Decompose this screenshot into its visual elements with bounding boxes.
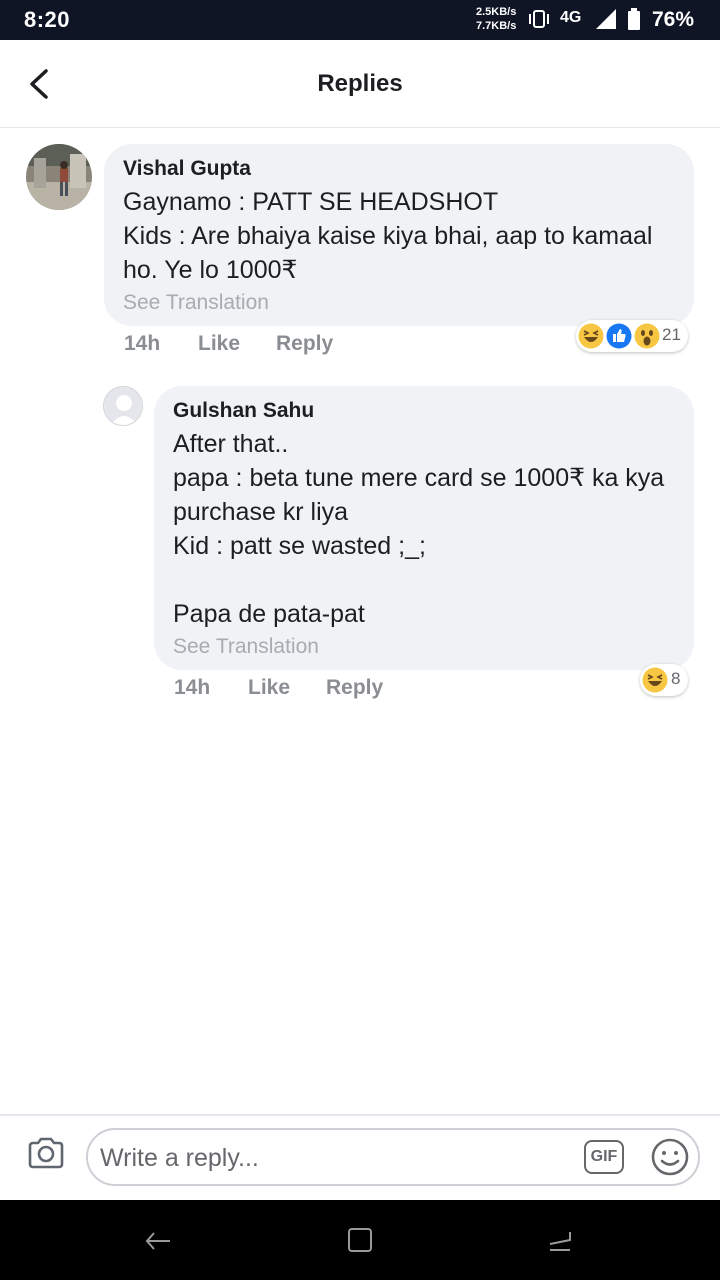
reply-composer: Write a reply... GIF — [0, 1114, 720, 1200]
laughing-emoji-icon — [578, 323, 604, 349]
signal-icon — [596, 9, 616, 29]
page-title: Replies — [317, 70, 403, 97]
status-time: 8:20 — [24, 7, 71, 32]
laughing-emoji-icon — [642, 667, 668, 693]
avatar[interactable] — [26, 144, 92, 210]
default-avatar-icon — [104, 387, 142, 425]
avatar[interactable] — [103, 386, 143, 426]
like-button[interactable]: Like — [198, 332, 240, 356]
camera-icon[interactable] — [26, 1134, 66, 1174]
comment-bubble[interactable]: Gulshan Sahu After that.. papa : beta tu… — [154, 386, 694, 670]
like-emoji-icon — [606, 323, 632, 349]
reaction-count: 21 — [662, 325, 681, 344]
reply-button[interactable]: Reply — [276, 332, 333, 356]
comment-time: 14h — [174, 676, 211, 699]
battery-icon — [628, 8, 640, 30]
vibrate-icon — [529, 10, 549, 28]
network-type: 4G — [560, 9, 582, 26]
wow-emoji-icon — [634, 323, 660, 349]
smiley-icon[interactable] — [650, 1137, 690, 1177]
nav-recents-icon[interactable] — [546, 1226, 574, 1254]
comment-bubble[interactable]: Vishal Gupta Gaynamo : PATT SE HEADSHOT … — [104, 144, 694, 326]
header: Replies — [0, 40, 720, 128]
comment-author[interactable]: Gulshan Sahu — [173, 399, 314, 423]
reply-input-placeholder: Write a reply... — [100, 1144, 259, 1172]
comment-author[interactable]: Vishal Gupta — [123, 157, 251, 181]
speed-down: 7.7KB/s — [476, 20, 517, 32]
reaction-count: 8 — [671, 669, 681, 688]
status-bar: 8:20 2.5KB/s 7.7KB/s 4G 76% — [0, 0, 720, 40]
like-button[interactable]: Like — [248, 676, 290, 700]
comment-text: Gaynamo : PATT SE HEADSHOT Kids : Are bh… — [123, 188, 653, 284]
reaction-summary[interactable]: 21 — [576, 320, 688, 352]
speed-up: 2.5KB/s — [476, 6, 517, 18]
see-translation-link[interactable]: See Translation — [123, 291, 269, 315]
comment-text: After that.. papa : beta tune mere card … — [173, 430, 665, 628]
see-translation-link[interactable]: See Translation — [173, 635, 319, 659]
reply-button[interactable]: Reply — [326, 676, 383, 700]
reaction-summary[interactable]: 8 — [640, 664, 688, 696]
avatar-photo-icon — [26, 144, 92, 210]
gif-button[interactable]: GIF — [584, 1140, 624, 1174]
comment-time: 14h — [124, 332, 161, 355]
nav-home-icon[interactable] — [346, 1226, 374, 1254]
network-speed: 2.5KB/s 7.7KB/s — [476, 5, 516, 33]
nav-back-icon[interactable] — [144, 1227, 172, 1255]
reply-input[interactable]: Write a reply... GIF — [86, 1128, 700, 1186]
battery-percent: 76% — [652, 8, 695, 31]
system-nav-bar — [0, 1200, 720, 1280]
